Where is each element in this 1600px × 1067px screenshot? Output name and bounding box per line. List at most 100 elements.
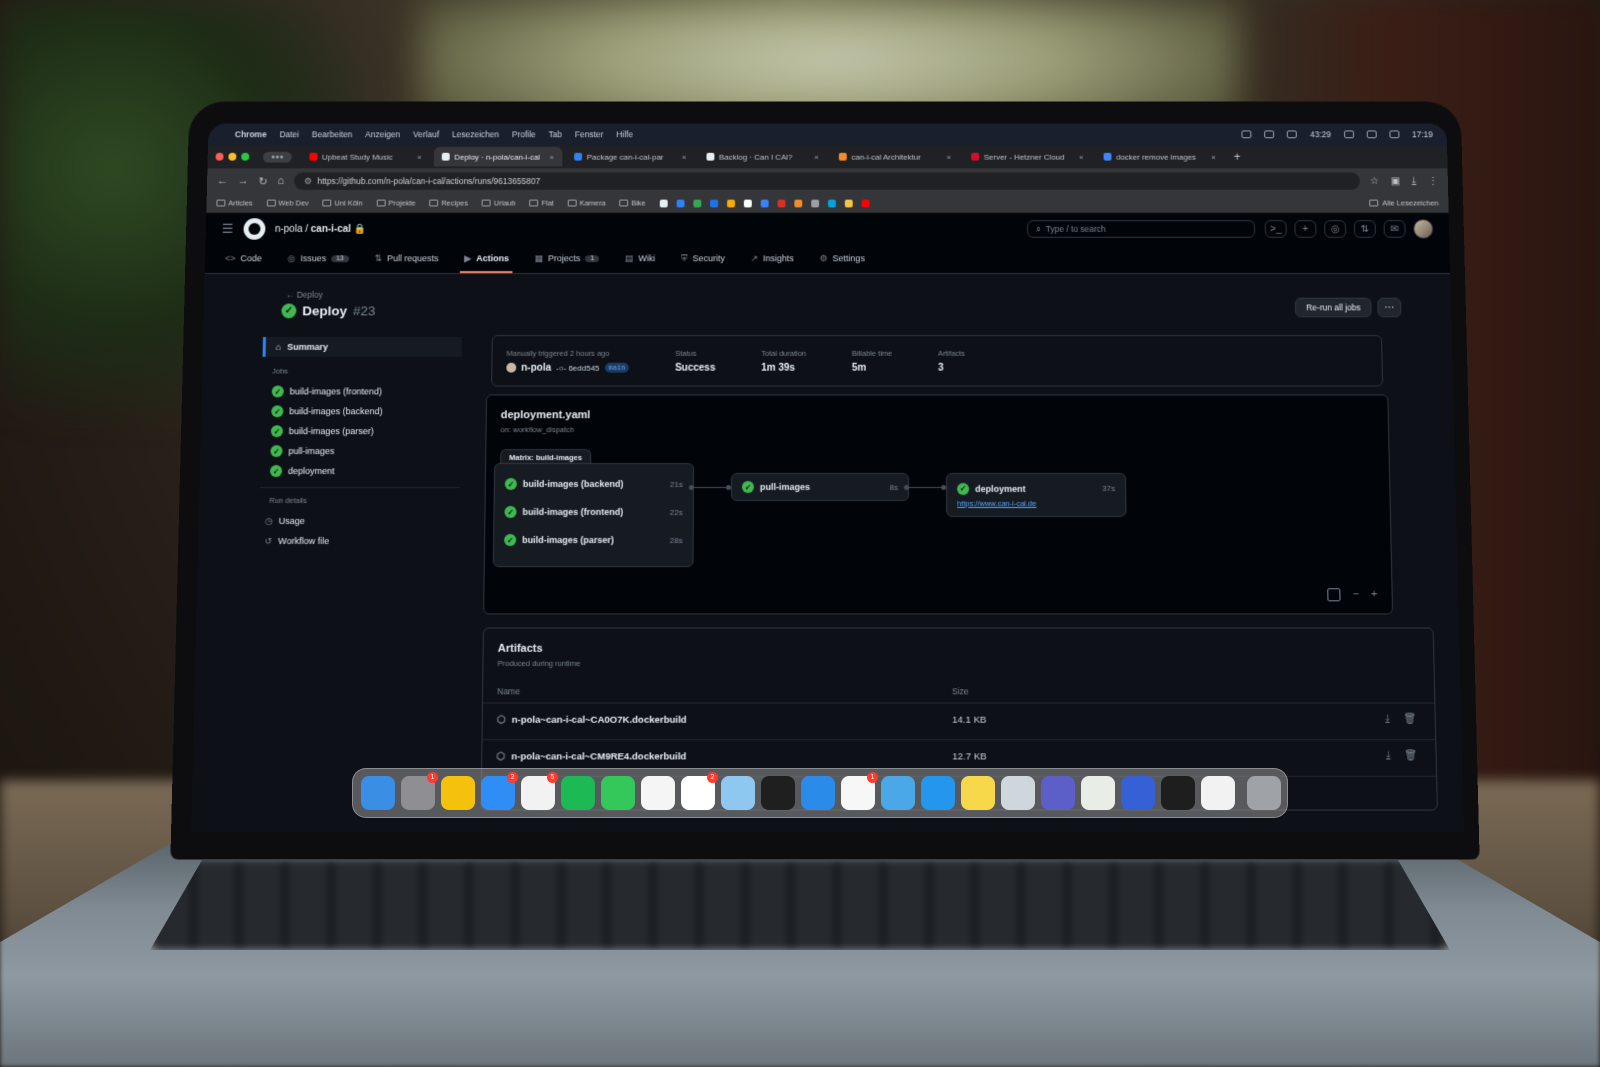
tab-insights[interactable]: ↗ Insights — [747, 246, 798, 273]
system-settings-icon[interactable]: 1 — [401, 772, 438, 810]
bookmark-favicon[interactable] — [693, 199, 702, 207]
extensions-icon[interactable]: ▣ — [1391, 176, 1401, 187]
tab-pull-requests[interactable]: ⇅ Pull requests — [370, 246, 442, 273]
bookmark-favicon[interactable] — [861, 199, 870, 207]
notes-icon[interactable] — [961, 776, 995, 810]
sidebar-item-workflow-file[interactable]: ↺ Workflow file — [258, 531, 459, 551]
bookmark-folder[interactable]: Bike — [619, 199, 646, 207]
sidebar-job-item[interactable]: ✓ pull-images — [260, 441, 460, 461]
tab-projects[interactable]: ▦ Projects 1 — [531, 246, 604, 273]
bookmark-favicon[interactable] — [760, 199, 769, 207]
download-icon[interactable]: ⤓ — [1386, 750, 1391, 761]
artifact-download-link[interactable]: n-pola~can-i-cal~CA0O7K.dockerbuild — [512, 715, 687, 726]
close-tab-icon[interactable]: × — [417, 152, 422, 161]
trash-icon[interactable]: 🗑 — [1404, 714, 1417, 725]
issues-icon[interactable]: ◎ — [1324, 220, 1347, 238]
finder-icon[interactable] — [361, 776, 395, 810]
menubar-app-name[interactable]: Chrome — [235, 129, 267, 139]
docker-icon[interactable] — [921, 776, 955, 810]
home-icon[interactable]: ⌂ — [277, 175, 284, 187]
menu-item-bearbeiten[interactable]: Bearbeiten — [312, 129, 353, 139]
bookmark-favicon[interactable] — [659, 199, 668, 207]
sidebar-job-item[interactable]: ✓ build-images (parser) — [261, 421, 461, 441]
tab-settings[interactable]: ⚙ Settings — [816, 246, 869, 273]
repo-owner-link[interactable]: n-pola — [275, 224, 303, 235]
bookmark-folder[interactable]: Uni Köln — [322, 199, 363, 207]
matrix-job[interactable]: ✓ build-images (parser) 28s — [504, 526, 683, 554]
bookmark-favicon[interactable] — [743, 199, 752, 207]
menubar-clock[interactable]: 17:19 — [1412, 129, 1433, 139]
command-palette-button[interactable]: >_ — [1264, 220, 1287, 238]
browser-tab[interactable]: Backlog · Can I CAl? × — [698, 147, 826, 166]
more-options-button[interactable]: ··· — [1377, 297, 1402, 318]
tab-issues[interactable]: ◎ Issues 13 — [283, 246, 353, 273]
zoom-window-button[interactable] — [241, 152, 250, 161]
bookmark-favicon[interactable] — [777, 199, 786, 207]
commit-link[interactable]: -○- 6edd545 — [556, 363, 599, 372]
figma-icon[interactable] — [1161, 776, 1195, 810]
bookmark-folder[interactable]: Urlaub — [481, 199, 516, 207]
bookmark-favicon[interactable] — [709, 199, 718, 207]
bookmark-favicon[interactable] — [726, 199, 735, 207]
matrix-job[interactable]: ✓ build-images (frontend) 22s — [504, 498, 683, 526]
cloud-icon[interactable] — [1287, 130, 1298, 139]
proxyman-icon[interactable] — [1121, 776, 1155, 810]
browser-tab[interactable]: Deploy · n-pola/can-i-cal × — [433, 146, 563, 167]
browser-tab[interactable]: Package can-i-cal-par × — [566, 147, 695, 166]
deployment-url-link[interactable]: https://www.can-i-cal.de — [957, 498, 1036, 507]
sidebar-job-item[interactable]: ✓ build-images (frontend) — [262, 382, 462, 402]
zoom-in-button[interactable]: + — [1371, 588, 1378, 601]
site-info-icon[interactable]: ⚙ — [304, 176, 312, 187]
bookmark-folder[interactable]: Kamera — [567, 199, 606, 207]
notion-icon[interactable]: 2 — [681, 772, 718, 810]
bookmark-folder[interactable]: Articles — [216, 199, 253, 207]
close-tab-icon[interactable]: × — [814, 152, 819, 161]
inbox-icon[interactable]: ✉ — [1383, 220, 1406, 238]
sidebar-item-usage[interactable]: ◷ Usage — [259, 511, 460, 531]
preview-icon[interactable] — [1001, 776, 1035, 810]
job-node-pull-images[interactable]: ✓ pull-images 8s — [730, 473, 910, 501]
menu-item-lesezeichen[interactable]: Lesezeichen — [452, 129, 499, 139]
reminders-icon[interactable]: 5 — [521, 772, 558, 810]
chrome-icon[interactable] — [441, 776, 475, 810]
pull-requests-icon[interactable]: ⇅ — [1353, 220, 1376, 238]
shield-icon[interactable] — [1264, 130, 1275, 139]
terminal-icon[interactable] — [761, 776, 795, 810]
tab-security[interactable]: ⛨ Security — [677, 246, 729, 273]
trash-icon[interactable]: 🗑 — [1404, 750, 1417, 761]
calendar-icon[interactable] — [641, 776, 675, 810]
wifi-icon[interactable] — [1366, 130, 1377, 139]
new-tab-button[interactable]: + — [1234, 150, 1241, 164]
workflow-file-title[interactable]: deployment.yaml — [501, 409, 591, 421]
menu-item-profile[interactable]: Profile — [512, 129, 536, 139]
rerun-all-jobs-button[interactable]: Re-run all jobs — [1294, 297, 1372, 318]
bookmark-folder[interactable]: Flat — [529, 199, 554, 207]
teams-icon[interactable] — [1041, 776, 1075, 810]
sidebar-item-summary[interactable]: ⌂ Summary — [262, 337, 462, 357]
mongodb-icon[interactable] — [1081, 776, 1115, 810]
mail-icon[interactable]: 2 — [481, 772, 518, 810]
menu-item-anzeigen[interactable]: Anzeigen — [365, 129, 400, 139]
matrix-job[interactable]: ✓ build-images (backend) 21s — [504, 470, 683, 498]
bookmark-folder[interactable]: Web Dev — [266, 199, 309, 207]
bookmark-favicon[interactable] — [794, 199, 803, 207]
create-new-button[interactable]: + — [1294, 220, 1317, 238]
user-avatar[interactable] — [1413, 219, 1434, 239]
tab-code[interactable]: <> Code — [221, 246, 266, 273]
chrome-menu-icon[interactable]: ⋮ — [1428, 176, 1438, 187]
download-icon[interactable]: ⤓ — [1385, 714, 1390, 725]
spotify-icon[interactable] — [561, 776, 595, 810]
job-node-deployment[interactable]: ✓ deployment 37s https://www.can-i-cal.d… — [946, 473, 1127, 517]
bookmark-folder[interactable]: Projekte — [376, 199, 416, 207]
menu-item-tab[interactable]: Tab — [549, 129, 563, 139]
close-tab-icon[interactable]: × — [1079, 152, 1084, 161]
bookmark-favicon[interactable] — [810, 199, 819, 207]
bookmark-folder[interactable]: Recipes — [429, 199, 468, 207]
profile-pill[interactable]: ●●● — [262, 151, 292, 163]
hamburger-menu-icon[interactable]: ☰ — [222, 221, 234, 237]
actor-link[interactable]: n-pola — [521, 362, 551, 373]
menu-item-fenster[interactable]: Fenster — [575, 129, 604, 139]
github-search-input[interactable]: ⌕ Type / to search — [1027, 220, 1256, 238]
menu-item-hilfe[interactable]: Hilfe — [616, 129, 633, 139]
close-tab-icon[interactable]: × — [549, 152, 554, 161]
